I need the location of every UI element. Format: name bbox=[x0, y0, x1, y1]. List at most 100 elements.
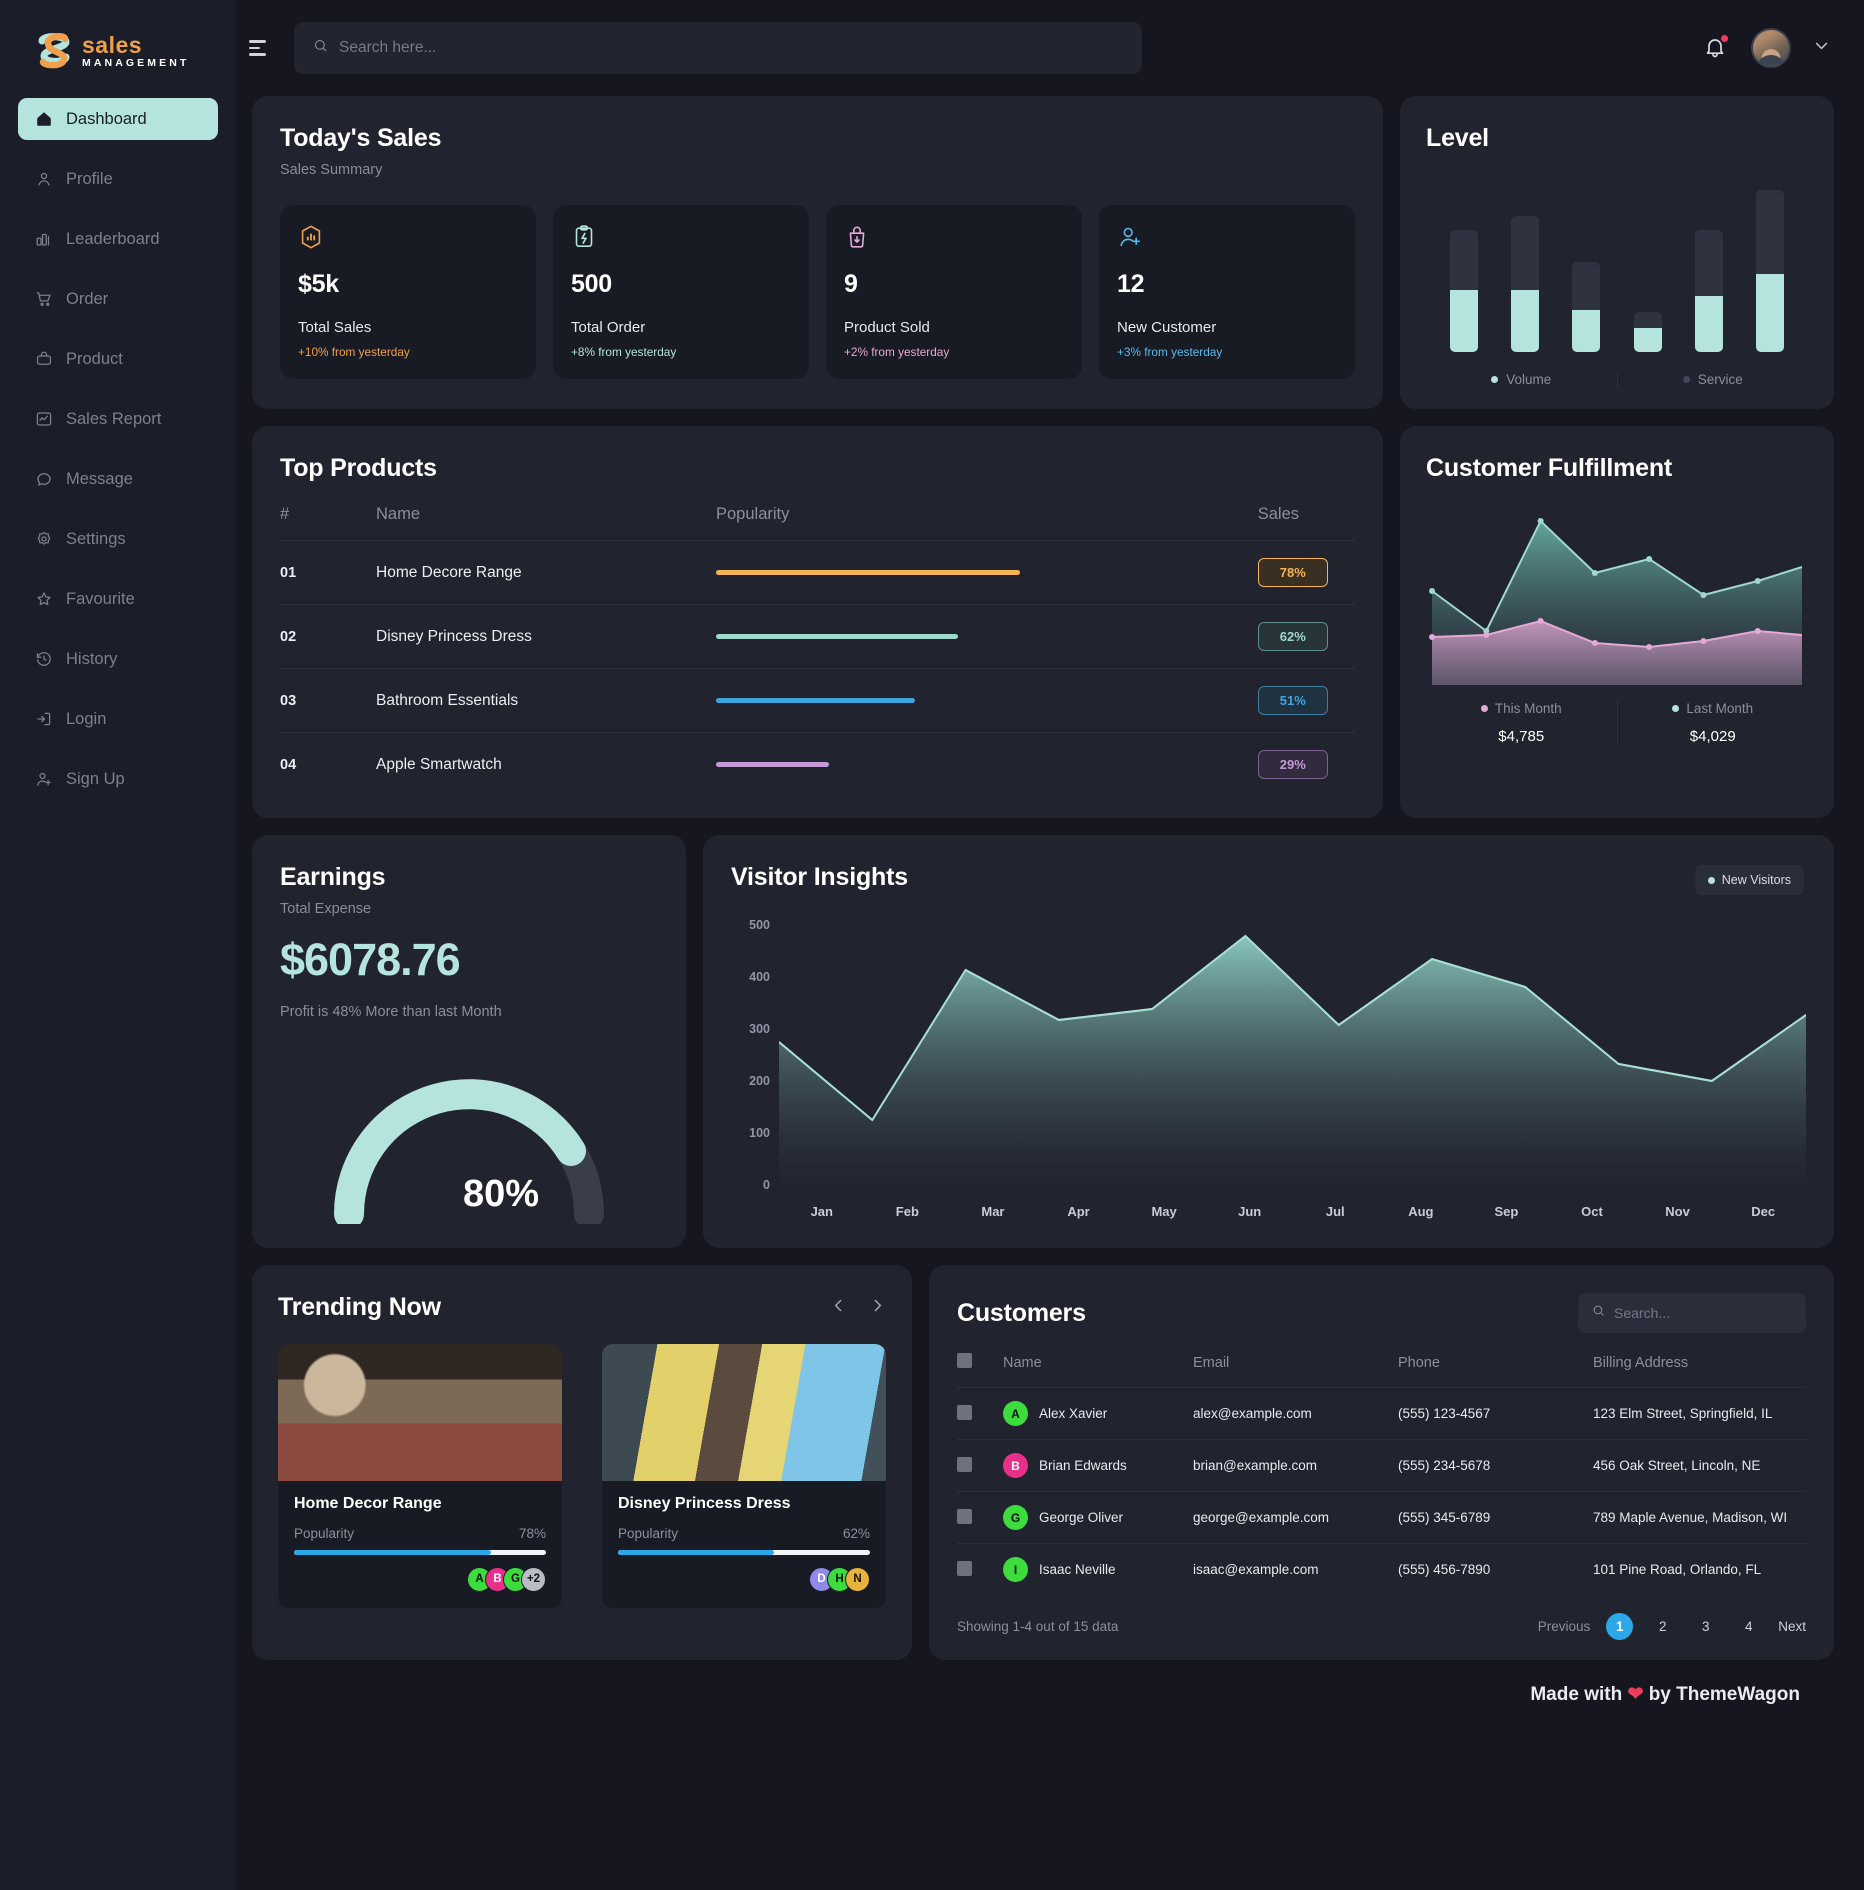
select-all-checkbox[interactable] bbox=[957, 1353, 972, 1368]
sidebar-label: Message bbox=[66, 469, 133, 488]
dashboard-page: sales MANAGEMENT Dashboard Profile Leade… bbox=[0, 0, 1864, 1890]
star-icon bbox=[34, 590, 53, 609]
avatar[interactable] bbox=[1751, 28, 1791, 68]
pagination-next[interactable]: Next bbox=[1778, 1619, 1806, 1634]
table-row[interactable]: 04 Apple Smartwatch 29% bbox=[280, 732, 1355, 796]
menu-toggle-icon[interactable] bbox=[246, 33, 276, 63]
table-row[interactable]: 01 Home Decore Range 78% bbox=[280, 540, 1355, 605]
sidebar-item-profile[interactable]: Profile bbox=[18, 158, 218, 200]
customer-phone: (555) 456-7890 bbox=[1398, 1543, 1593, 1595]
search-bar[interactable] bbox=[294, 22, 1142, 74]
gear-icon bbox=[34, 530, 53, 549]
pagination-page-3[interactable]: 3 bbox=[1692, 1613, 1719, 1640]
history-icon bbox=[34, 650, 53, 669]
table-row[interactable]: B Brian Edwards brian@example.com (555) 2… bbox=[957, 1439, 1806, 1492]
avatar: I bbox=[1003, 1557, 1028, 1582]
column-header-name: Name bbox=[376, 505, 421, 523]
gauge-percent: 80% bbox=[462, 1173, 540, 1215]
stat-label: New Customer bbox=[1117, 319, 1217, 336]
search-icon bbox=[1592, 1304, 1605, 1322]
level-card: Level Volume Service bbox=[1400, 96, 1834, 409]
sidebar-label: Favourite bbox=[66, 589, 135, 608]
legend-item-last-month: Last Month $4,029 bbox=[1616, 701, 1809, 745]
row-checkbox[interactable] bbox=[957, 1456, 972, 1472]
earnings-subtitle: Total Expense bbox=[280, 901, 372, 917]
chart-hexagon-icon bbox=[298, 224, 324, 250]
sidebar-item-dashboard[interactable]: Dashboard bbox=[18, 98, 218, 140]
table-row[interactable]: 02 Disney Princess Dress 62% bbox=[280, 604, 1355, 669]
pagination-page-1[interactable]: 1 bbox=[1606, 1613, 1634, 1640]
next-arrow-icon[interactable] bbox=[869, 1297, 886, 1319]
dashboard-content: Today's Sales Sales Summary $5k Total Sa… bbox=[236, 96, 1864, 1890]
search-input[interactable] bbox=[339, 39, 1123, 57]
table-row[interactable]: I Isaac Neville isaac@example.com (555) 4… bbox=[957, 1543, 1806, 1595]
customers-search[interactable] bbox=[1578, 1293, 1806, 1333]
topbar bbox=[236, 0, 1864, 96]
sidebar-item-order[interactable]: Order bbox=[18, 278, 218, 320]
sidebar-item-message[interactable]: Message bbox=[18, 458, 218, 500]
sales-badge: 62% bbox=[1257, 622, 1328, 651]
sidebar-item-login[interactable]: Login bbox=[18, 698, 218, 740]
level-bar-chart bbox=[1426, 153, 1808, 352]
sidebar-label: Sales Report bbox=[66, 409, 162, 428]
popularity-progress bbox=[294, 1550, 546, 1555]
sidebar-item-product[interactable]: Product bbox=[18, 338, 218, 380]
level-bar bbox=[1572, 181, 1601, 352]
table-row[interactable]: G George Oliver george@example.com (555) … bbox=[957, 1491, 1806, 1544]
stat-card-new-customer[interactable]: 12 New Customer +3% from yesterday bbox=[1099, 205, 1355, 379]
level-title: Level bbox=[1426, 124, 1489, 152]
row-checkbox[interactable] bbox=[957, 1560, 972, 1576]
sidebar-label: Product bbox=[66, 349, 123, 368]
pagination-page-2[interactable]: 2 bbox=[1649, 1613, 1676, 1640]
fulfillment-legend: This Month $4,785 Last Month $4,029 bbox=[1426, 701, 1808, 745]
showing-text: Showing 1-4 out of 15 data bbox=[957, 1619, 1119, 1634]
fulfillment-title: Customer Fulfillment bbox=[1426, 454, 1673, 482]
sidebar-item-favourite[interactable]: Favourite bbox=[18, 578, 218, 620]
customer-fulfillment-card: Customer Fulfillment This Month $4,785 L… bbox=[1400, 426, 1834, 818]
chevron-down-icon[interactable] bbox=[1813, 37, 1830, 59]
level-bar bbox=[1511, 181, 1540, 352]
earnings-gauge: 80% bbox=[280, 1064, 658, 1224]
top-products-table: # Name Popularity Sales 01 Home Decore R… bbox=[280, 505, 1355, 796]
popularity-bar bbox=[716, 634, 1106, 639]
new-visitors-legend[interactable]: New Visitors bbox=[1694, 865, 1804, 895]
pagination-previous[interactable]: Previous bbox=[1538, 1619, 1591, 1634]
user-icon bbox=[34, 170, 53, 189]
sidebar-item-settings[interactable]: Settings bbox=[18, 518, 218, 560]
sidebar-label: Settings bbox=[66, 529, 126, 548]
chat-icon bbox=[34, 470, 53, 489]
sidebar-item-sign-up[interactable]: Sign Up bbox=[18, 758, 218, 800]
brand-logo[interactable]: sales MANAGEMENT bbox=[0, 18, 236, 98]
stat-card-total-sales[interactable]: $5k Total Sales +10% from yesterday bbox=[280, 205, 536, 379]
sidebar-item-sales-report[interactable]: Sales Report bbox=[18, 398, 218, 440]
avatar-overflow[interactable]: +2 bbox=[521, 1566, 546, 1592]
customer-phone: (555) 234-5678 bbox=[1398, 1439, 1593, 1492]
table-row[interactable]: 03 Bathroom Essentials 51% bbox=[280, 668, 1355, 733]
sidebar-item-history[interactable]: History bbox=[18, 638, 218, 680]
stat-card-total-order[interactable]: 500 Total Order +8% from yesterday bbox=[553, 205, 809, 379]
avatar[interactable]: N bbox=[845, 1566, 870, 1592]
sidebar-label: Profile bbox=[66, 169, 113, 188]
notifications-button[interactable] bbox=[1703, 35, 1729, 61]
row-checkbox[interactable] bbox=[957, 1404, 972, 1420]
trending-card[interactable]: Home Decor Range Popularity 78% A B G +2 bbox=[278, 1344, 562, 1608]
row-checkbox[interactable] bbox=[957, 1508, 972, 1524]
stat-card-product-sold[interactable]: 9 Product Sold +2% from yesterday bbox=[826, 205, 1082, 379]
pagination-page-4[interactable]: 4 bbox=[1735, 1613, 1762, 1640]
sidebar-label: Sign Up bbox=[66, 769, 125, 788]
customers-search-input[interactable] bbox=[1614, 1305, 1792, 1321]
avatar: A bbox=[1003, 1401, 1028, 1426]
table-row[interactable]: A Alex Xavier alex@example.com (555) 123-… bbox=[957, 1387, 1806, 1440]
logo-icon bbox=[36, 32, 72, 72]
line-chart-icon bbox=[34, 410, 53, 429]
popularity-label: Popularity bbox=[618, 1526, 679, 1541]
sidebar-item-leaderboard[interactable]: Leaderboard bbox=[18, 218, 218, 260]
product-rank: 04 bbox=[280, 732, 376, 796]
topbar-right bbox=[1703, 28, 1830, 68]
prev-arrow-icon[interactable] bbox=[830, 1297, 847, 1319]
sales-badge: 29% bbox=[1257, 750, 1328, 779]
trending-title: Trending Now bbox=[278, 1293, 441, 1321]
trending-card[interactable]: Disney Princess Dress Popularity 62% D H… bbox=[602, 1344, 886, 1608]
customer-address: 101 Pine Road, Orlando, FL bbox=[1593, 1543, 1806, 1595]
customer-email: alex@example.com bbox=[1193, 1387, 1398, 1440]
